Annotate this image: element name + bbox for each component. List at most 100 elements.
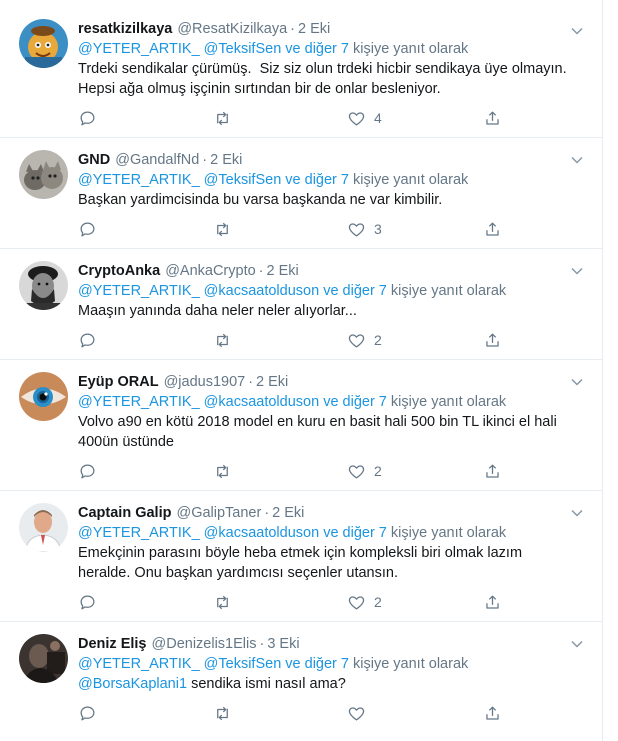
retweet-button[interactable] <box>213 108 232 128</box>
reply-context: @YETER_ARTIK_ @TeksifSen ve diğer 7 kişi… <box>78 39 582 59</box>
mention-link[interactable]: @YETER_ARTIK_ <box>78 41 200 57</box>
like-count: 2 <box>374 332 382 348</box>
share-icon <box>486 464 499 478</box>
mention-link[interactable]: @YETER_ARTIK_ <box>78 525 200 541</box>
like-button[interactable]: 2 <box>347 330 382 350</box>
mention-link[interactable]: @YETER_ARTIK_ <box>78 394 200 410</box>
reply-context-suffix: kişiye yanıt olarak <box>390 283 507 299</box>
share-button[interactable] <box>483 461 502 481</box>
cats-avatar-icon <box>19 150 68 199</box>
chevron-down-icon[interactable] <box>570 153 584 167</box>
like-button[interactable]: 3 <box>347 219 382 239</box>
others-link[interactable]: ve diğer 7 <box>323 283 387 299</box>
username[interactable]: @jadus1907 <box>164 374 246 390</box>
like-button[interactable]: 4 <box>347 108 382 128</box>
avatar[interactable] <box>19 150 68 199</box>
others-link[interactable]: ve diğer 7 <box>285 656 349 672</box>
avatar[interactable] <box>19 503 68 552</box>
separator-dot: · <box>258 263 264 279</box>
chevron-down-icon[interactable] <box>570 506 584 520</box>
timestamp[interactable]: 2 Eki <box>256 374 288 390</box>
like-button[interactable] <box>347 703 374 723</box>
others-link[interactable]: ve diğer 7 <box>323 525 387 541</box>
mention-link[interactable]: @kacsaatolduson <box>204 283 319 299</box>
timestamp[interactable]: 2 Eki <box>272 505 304 521</box>
retweet-button[interactable] <box>213 330 232 350</box>
display-name[interactable]: GND <box>78 152 110 168</box>
share-button[interactable] <box>483 592 502 612</box>
retweet-button[interactable] <box>213 703 232 723</box>
heart-icon <box>348 222 365 236</box>
avatar[interactable] <box>19 261 68 310</box>
share-button[interactable] <box>483 703 502 723</box>
others-link[interactable]: ve diğer 7 <box>285 172 349 188</box>
reply-button[interactable] <box>78 592 97 612</box>
share-button[interactable] <box>483 108 502 128</box>
mention-link[interactable]: @YETER_ARTIK_ <box>78 283 200 299</box>
reply-context: @YETER_ARTIK_ @kacsaatolduson ve diğer 7… <box>78 523 582 543</box>
reply-button[interactable] <box>78 461 97 481</box>
tweet[interactable]: Captain Galip @GalipTaner · 2 Eki @YETER_AR… <box>0 491 602 622</box>
tweet[interactable]: Eyüp ORAL @jadus1907 · 2 Eki @YETER_ARTIK_ … <box>0 360 602 491</box>
mention-link[interactable]: @TeksifSen <box>204 656 282 672</box>
reply-button[interactable] <box>78 108 97 128</box>
tweet[interactable]: resatkizilkaya @ResatKizilkaya · 2 Eki @YET… <box>0 0 602 138</box>
display-name[interactable]: Deniz Eliş <box>78 636 147 652</box>
display-name[interactable]: resatkizilkaya <box>78 21 172 37</box>
chevron-down-icon[interactable] <box>570 264 584 278</box>
like-button[interactable]: 2 <box>347 461 382 481</box>
tweet-text-line: Volvo a90 en kötü 2018 model en kuru en … <box>78 414 557 430</box>
reply-icon <box>80 222 95 236</box>
display-name[interactable]: Eyüp ORAL <box>78 374 159 390</box>
display-name[interactable]: CryptoAnka <box>78 263 160 279</box>
display-name[interactable]: Captain Galip <box>78 505 171 521</box>
like-count: 2 <box>374 594 382 610</box>
tweet-actions: 2 <box>78 592 518 612</box>
avatar[interactable] <box>19 372 68 421</box>
avatar[interactable] <box>19 19 68 68</box>
timestamp[interactable]: 3 Eki <box>267 636 299 652</box>
chevron-down-icon[interactable] <box>570 375 584 389</box>
mention-link[interactable]: @kacsaatolduson <box>204 525 319 541</box>
others-link[interactable]: ve diğer 7 <box>285 41 349 57</box>
retweet-icon <box>217 595 228 609</box>
avatar[interactable] <box>19 634 68 683</box>
retweet-button[interactable] <box>213 219 232 239</box>
tweet[interactable]: CryptoAnka @AnkaCrypto · 2 Eki @YETER_ARTIK… <box>0 249 602 360</box>
username[interactable]: @GandalfNd <box>115 152 199 168</box>
username[interactable]: @Denizelis1Elis <box>152 636 257 652</box>
tweet-text: Volvo a90 en kötü 2018 model en kuru en … <box>78 412 582 452</box>
retweet-button[interactable] <box>213 461 232 481</box>
mention-link[interactable]: @YETER_ARTIK_ <box>78 172 200 188</box>
username[interactable]: @GalipTaner <box>176 505 261 521</box>
others-link[interactable]: ve diğer 7 <box>323 394 387 410</box>
username[interactable]: @AnkaCrypto <box>165 263 255 279</box>
timestamp[interactable]: 2 Eki <box>267 263 299 279</box>
chevron-down-icon[interactable] <box>570 24 584 38</box>
mention-link[interactable]: @BorsaKaplani1 <box>78 676 187 692</box>
like-count: 3 <box>374 221 382 237</box>
mention-link[interactable]: @YETER_ARTIK_ <box>78 656 200 672</box>
tweet-text: @BorsaKaplani1 sendika ismi nasıl ama? <box>78 674 582 694</box>
mention-link[interactable]: @TeksifSen <box>204 172 282 188</box>
reply-button[interactable] <box>78 330 97 350</box>
share-button[interactable] <box>483 219 502 239</box>
reply-context-suffix: kişiye yanıt olarak <box>353 41 469 57</box>
tweet[interactable]: GND @GandalfNd · 2 Eki @YETER_ARTIK_ @Teksi… <box>0 138 602 249</box>
tweet-text-line: Emekçinin parasını böyle heba etmek için… <box>78 545 523 561</box>
like-button[interactable]: 2 <box>347 592 382 612</box>
timestamp[interactable]: 2 Eki <box>210 152 242 168</box>
mention-link[interactable]: @TeksifSen <box>204 41 282 57</box>
mention-link[interactable]: @kacsaatolduson <box>204 394 319 410</box>
tweet-text: Maaşın yanında daha neler neler alıyorla… <box>78 301 582 321</box>
tweet[interactable]: Deniz Eliş @Denizelis1Elis · 3 Eki @YETER_A… <box>0 622 602 741</box>
share-button[interactable] <box>483 330 502 350</box>
tweet-text-line: Hepsi ağa olmuş işçinin sırtından bir de… <box>78 81 441 97</box>
retweet-button[interactable] <box>213 592 232 612</box>
chevron-down-icon[interactable] <box>570 637 584 651</box>
reply-button[interactable] <box>78 219 97 239</box>
timestamp[interactable]: 2 Eki <box>298 21 330 37</box>
tweet-header: resatkizilkaya @ResatKizilkaya · 2 Eki <box>78 19 582 39</box>
reply-button[interactable] <box>78 703 97 723</box>
username[interactable]: @ResatKizilkaya <box>177 21 287 37</box>
